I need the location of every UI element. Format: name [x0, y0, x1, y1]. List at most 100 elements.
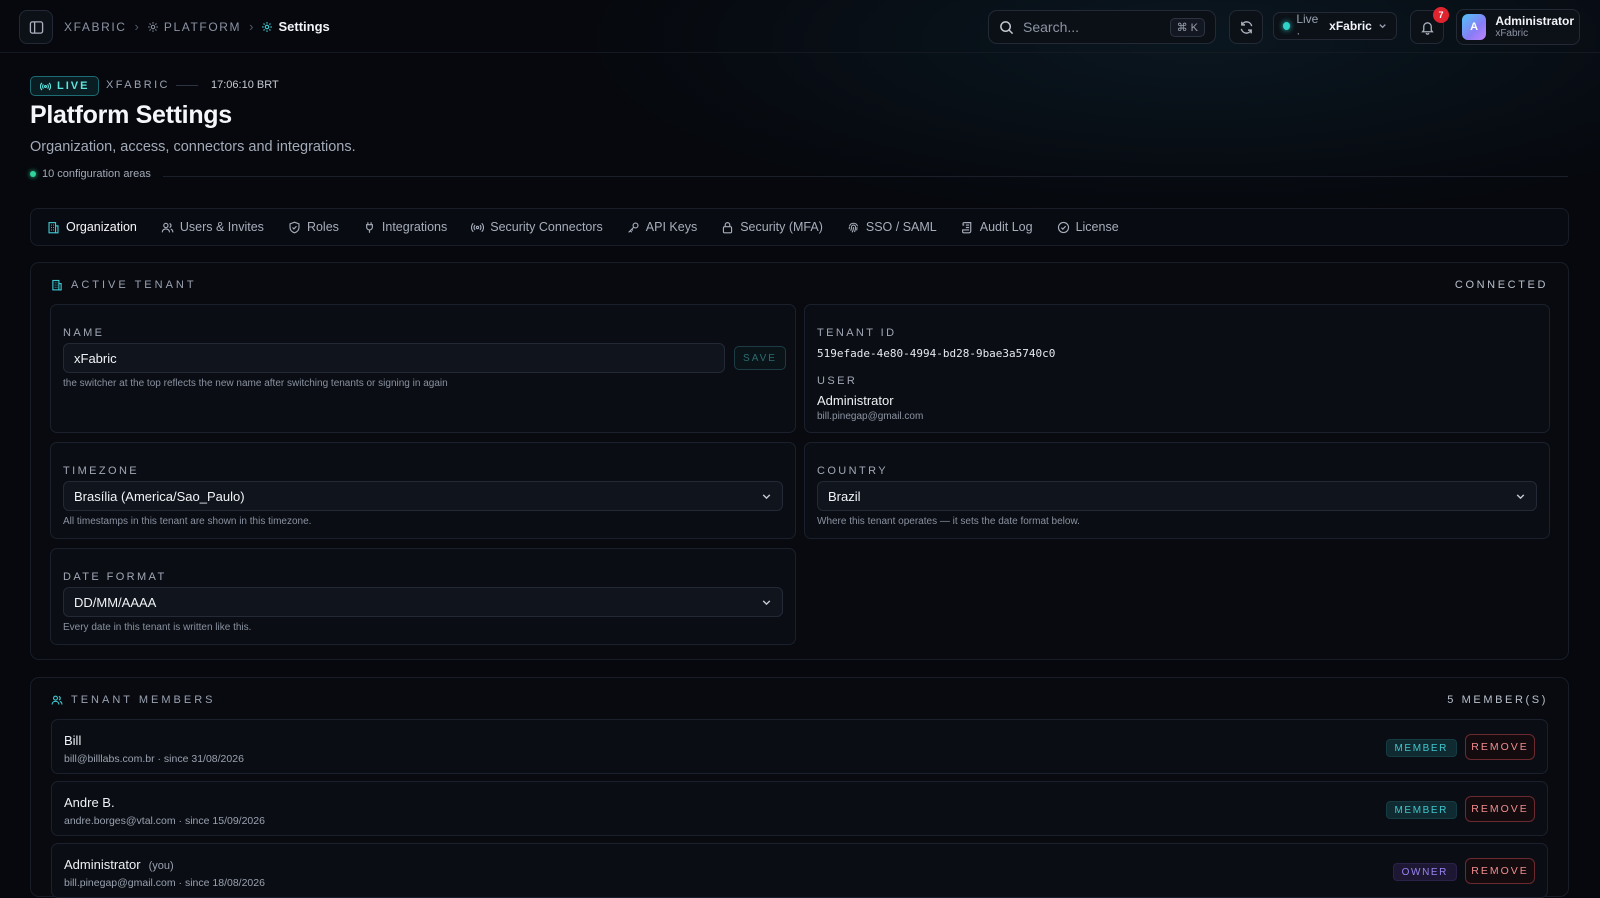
name-label: NAME: [63, 327, 105, 339]
tenant-user-email: bill.pinegap@gmail.com: [817, 411, 924, 422]
tab-security-mfa[interactable]: Security (MFA): [721, 208, 835, 246]
broadcast-icon: [40, 82, 51, 90]
timezone-label: TIMEZONE: [63, 465, 140, 477]
avatar: A: [1462, 14, 1487, 40]
connection-status: CONNECTED: [1454, 279, 1548, 291]
search-icon: [1000, 20, 1014, 34]
tenant-info-card: TENANT ID 519efade-4e80-4994-bd28-9bae3a…: [804, 304, 1550, 433]
tab-label: Security Connectors: [490, 220, 603, 234]
chevron-down-icon: [762, 493, 771, 499]
tab-security-connectors[interactable]: Security Connectors: [471, 208, 615, 246]
shield-icon: [289, 221, 300, 233]
user-label: USER: [817, 375, 858, 387]
active-tenant-heading: ACTIVE TENANT: [51, 279, 197, 291]
radio-icon: [471, 222, 485, 232]
tab-audit-log[interactable]: Audit Log: [961, 208, 1045, 246]
country-hint: Where this tenant operates — it sets the…: [817, 516, 1080, 527]
member-you-tag: (you): [148, 860, 174, 872]
save-button[interactable]: SAVE: [734, 346, 786, 370]
building-icon: [52, 279, 62, 291]
header-rule: [163, 176, 1568, 177]
tab-label: Organization: [66, 220, 137, 234]
search-input[interactable]: Search... ⌘ K: [988, 10, 1216, 44]
lock-icon: [723, 221, 733, 233]
breadcrumb-current-label: Settings: [278, 19, 330, 34]
plug-icon: [365, 221, 373, 233]
member-name-text: Andre B.: [64, 795, 115, 810]
bell-icon: [1420, 21, 1434, 35]
member-row: Andre B. andre.borges@vtal.com · since 1…: [51, 781, 1548, 836]
tenant-name-input[interactable]: [63, 343, 725, 373]
member-name: Bill: [64, 733, 81, 748]
remove-member-button[interactable]: REMOVE: [1465, 734, 1535, 760]
header-tenant: XFABRIC: [106, 79, 170, 91]
live-badge-label: LIVE: [57, 80, 90, 92]
live-badge: LIVE: [30, 76, 100, 96]
chevron-right-icon: ›: [134, 19, 139, 34]
member-row: Bill bill@billlabs.com.br · since 31/08/…: [51, 719, 1548, 774]
active-tenant-heading-label: ACTIVE TENANT: [71, 279, 197, 291]
sidebar-icon: [29, 20, 43, 34]
chevron-down-icon: [1379, 24, 1386, 29]
user-name: Administrator: [1495, 14, 1574, 28]
role-badge: OWNER: [1392, 863, 1457, 881]
environment-switcher[interactable]: Live · xFabric: [1273, 12, 1397, 40]
users-icon: [51, 695, 63, 705]
configuration-areas: 10 configuration areas: [30, 168, 151, 180]
remove-member-button[interactable]: REMOVE: [1465, 858, 1535, 884]
tab-integrations[interactable]: Integrations: [363, 208, 459, 246]
check-circle-icon: [1057, 221, 1069, 233]
member-name: Administrator (you): [64, 857, 174, 872]
env-tenant-name: xFabric: [1329, 19, 1372, 33]
country-value: Brazil: [828, 488, 861, 504]
timezone-value: Brasília (America/Sao_Paulo): [74, 488, 245, 504]
chevron-down-icon: [1516, 493, 1525, 499]
top-bar: XFABRIC › PLATFORM › Settings Search... …: [0, 0, 1600, 53]
user-tenant: xFabric: [1495, 28, 1529, 39]
sidebar-toggle-button[interactable]: [19, 10, 53, 44]
tab-sso-saml[interactable]: SSO / SAML: [847, 208, 949, 246]
page-title: Platform Settings: [30, 101, 232, 129]
breadcrumb-platform[interactable]: PLATFORM: [147, 20, 241, 34]
key-icon: [628, 221, 639, 233]
tenant-members-heading-label: TENANT MEMBERS: [71, 694, 216, 706]
notifications-button[interactable]: 7: [1410, 7, 1449, 44]
tab-roles[interactable]: Roles: [288, 208, 351, 246]
member-name: Andre B.: [64, 795, 115, 810]
tab-users-invites[interactable]: Users & Invites: [161, 208, 276, 246]
building-icon: [48, 221, 59, 233]
country-select[interactable]: Brazil: [817, 481, 1537, 511]
gear-icon: [262, 21, 273, 32]
tab-label: Users & Invites: [179, 220, 264, 234]
timezone-select[interactable]: Brasília (America/Sao_Paulo): [63, 481, 783, 511]
refresh-icon: [1240, 20, 1252, 34]
live-status-dot: [1283, 22, 1291, 30]
tab-label: SSO / SAML: [865, 220, 937, 234]
user-menu[interactable]: A Administrator xFabric: [1456, 9, 1580, 45]
gear-icon: [148, 21, 158, 32]
date-format-value: DD/MM/AAAA: [74, 594, 157, 610]
chevron-right-icon: ›: [249, 19, 254, 34]
role-badge: MEMBER: [1385, 739, 1457, 757]
member-count: 5 MEMBER(S): [1447, 694, 1548, 706]
country-label: COUNTRY: [817, 465, 888, 477]
tab-api-keys[interactable]: API Keys: [627, 208, 709, 246]
tenant-members-heading: TENANT MEMBERS: [51, 694, 215, 706]
remove-member-button[interactable]: REMOVE: [1465, 796, 1535, 822]
tab-label: Audit Log: [979, 220, 1033, 234]
tab-organization[interactable]: Organization: [47, 208, 149, 246]
tab-label: License: [1075, 220, 1119, 234]
date-format-select[interactable]: DD/MM/AAAA: [63, 587, 783, 617]
tab-label: Roles: [306, 220, 339, 234]
refresh-button[interactable]: [1229, 10, 1263, 44]
chevron-down-icon: [762, 599, 771, 605]
tab-license[interactable]: License: [1057, 208, 1131, 246]
date-format-card: DATE FORMAT DD/MM/AAAA Every date in thi…: [50, 548, 796, 645]
tenant-id-value: 519efade-4e80-4994-bd28-9bae3a5740c0: [817, 347, 1056, 360]
users-icon: [161, 222, 174, 232]
settings-tabs: Organization Users & Invites Roles Integ…: [30, 208, 1569, 246]
breadcrumb-root[interactable]: XFABRIC: [64, 20, 127, 34]
tab-label: API Keys: [645, 220, 698, 234]
breadcrumb-platform-label: PLATFORM: [163, 19, 242, 34]
name-hint: the switcher at the top reflects the new…: [63, 378, 448, 389]
